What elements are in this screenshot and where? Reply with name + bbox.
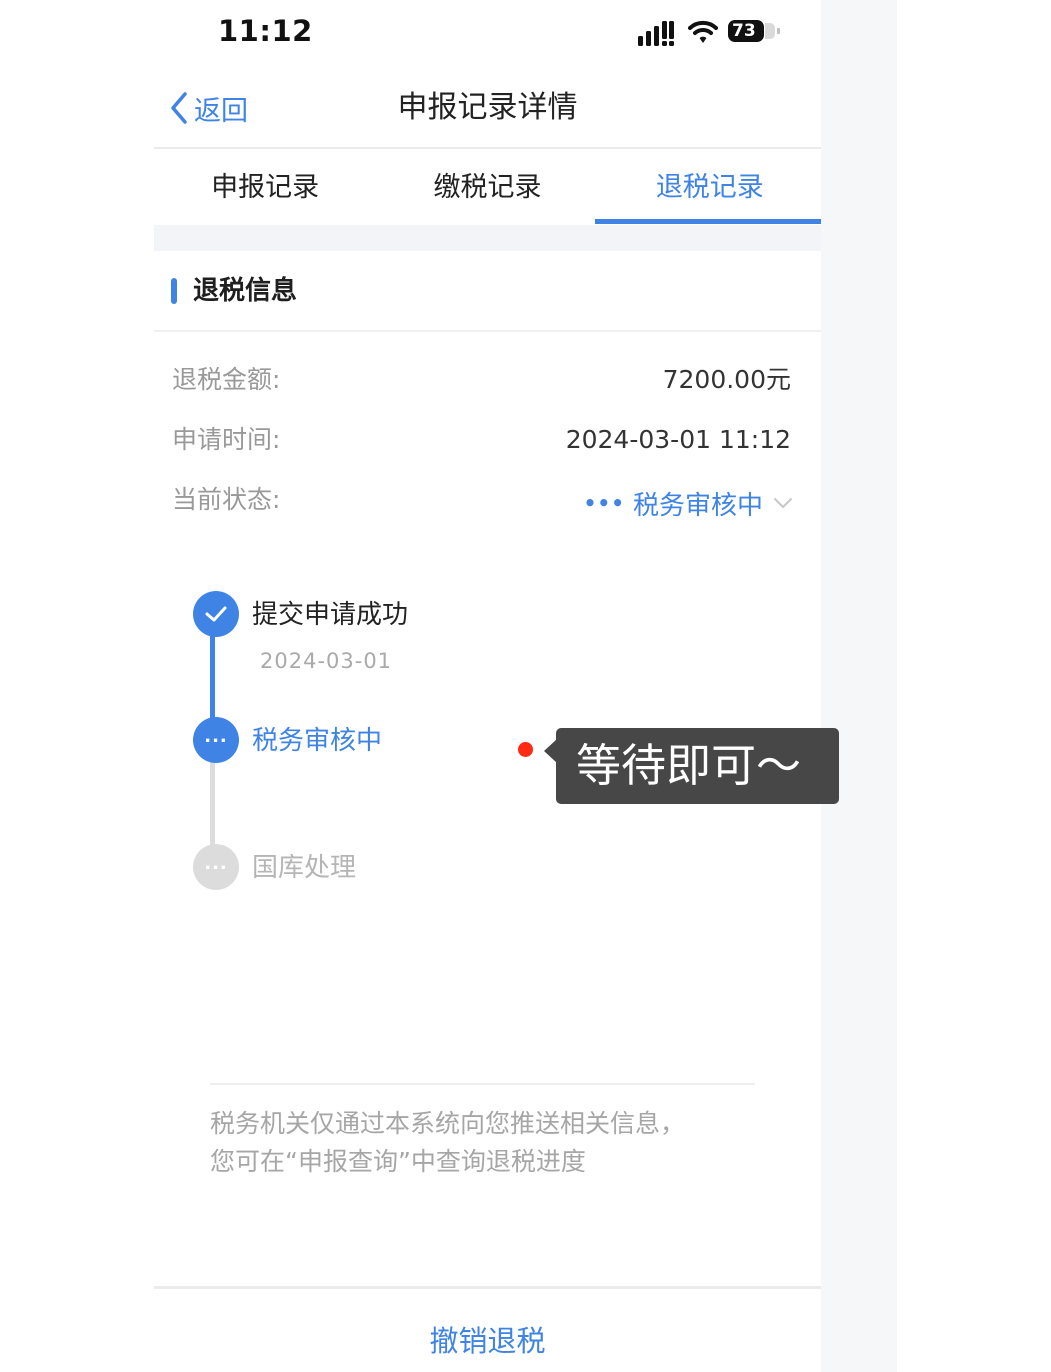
annotation-dot (518, 742, 533, 757)
current-status-label: 当前状态: (172, 485, 281, 514)
apply-time-label: 申请时间: (172, 425, 281, 454)
status-time: 11:12 (218, 14, 313, 48)
tab-refund-records[interactable]: 退税记录 (599, 149, 821, 225)
note-divider (210, 1083, 755, 1085)
active-tab-indicator (595, 219, 821, 224)
check-circle-icon (193, 591, 239, 637)
right-background-strip (821, 0, 897, 1372)
dots-icon: ... (204, 853, 228, 874)
signal-icon (638, 21, 674, 46)
page-title: 申报记录详情 (397, 90, 578, 125)
section-accent-bar (171, 278, 177, 304)
timeline-step-title: 提交申请成功 (252, 600, 409, 630)
notice-line: 税务机关仅通过本系统向您推送相关信息， (210, 1109, 686, 1138)
section-separator (154, 225, 821, 251)
timeline-step-date: 2024-03-01 (260, 649, 393, 673)
more-dots-icon: ••• (583, 491, 625, 515)
timeline-step-title: 税务审核中 (252, 726, 383, 756)
notice-line: 您可在“申报查询”中查询退税进度 (210, 1147, 586, 1176)
pending-circle-icon: ... (193, 844, 239, 890)
section-divider (154, 330, 821, 332)
in-progress-circle-icon: ... (193, 717, 239, 763)
tab-declaration-records[interactable]: 申报记录 (154, 149, 376, 225)
wifi-icon (688, 20, 718, 43)
cancel-refund-button[interactable]: 撤销退税 (154, 1318, 821, 1364)
battery-icon: 73 (728, 20, 764, 42)
battery-level: 73 (732, 21, 756, 41)
timeline-step-title: 国库处理 (252, 853, 357, 883)
record-tabs: 申报记录 缴税记录 退税记录 (154, 149, 821, 225)
notice-text: 税务机关仅通过本系统向您推送相关信息， 您可在“申报查询”中查询退税进度 (210, 1105, 770, 1181)
tab-payment-records[interactable]: 缴税记录 (376, 149, 598, 225)
phone-screen: 11:12 73 返回 申报记录详情 申报记录 缴税记录 退税记录 退税信息 退… (154, 0, 821, 1372)
dots-icon: ... (204, 726, 228, 747)
current-status-value: 税务审核中 (632, 490, 763, 521)
checkmark-icon (205, 606, 227, 622)
section-title: 退税信息 (193, 276, 298, 306)
refund-amount-label: 退税金额: (172, 365, 281, 394)
battery-empty-part (765, 23, 775, 39)
current-status-dropdown[interactable]: ••• 税务审核中 (584, 484, 793, 522)
annotation-label: 等待即可～ (556, 728, 839, 804)
apply-time-value: 2024-03-01 11:12 (565, 425, 791, 454)
chevron-down-icon (774, 498, 792, 508)
bottom-bar-divider (154, 1286, 821, 1289)
battery-cap (777, 28, 780, 34)
refund-amount-value: 7200.00元 (662, 365, 791, 394)
